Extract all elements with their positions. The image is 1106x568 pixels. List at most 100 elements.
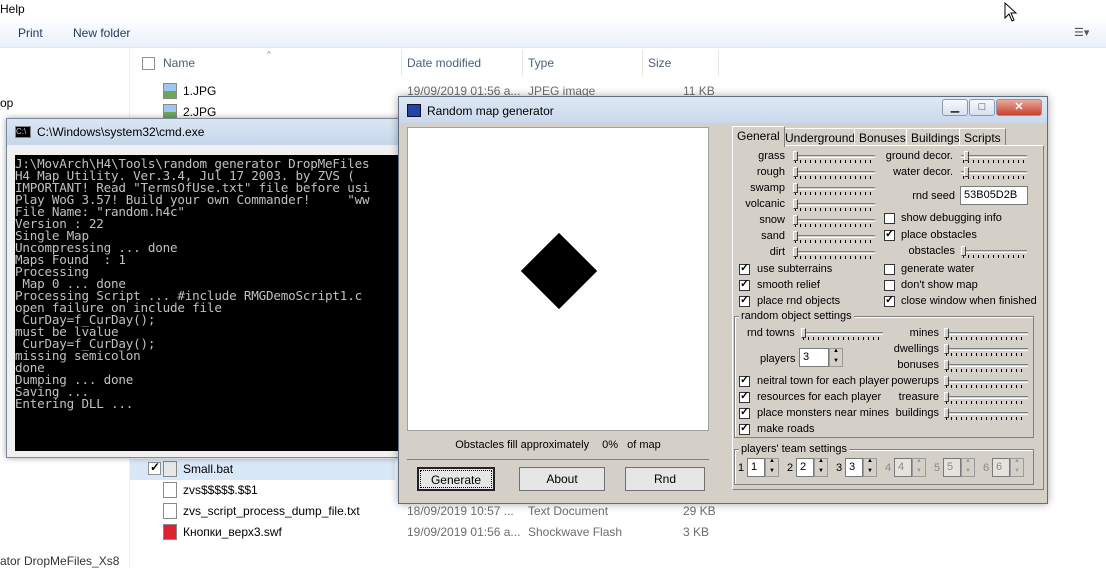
- slider-thumb[interactable]: [801, 328, 806, 338]
- terrain-slider[interactable]: [793, 247, 875, 259]
- random-object-slider[interactable]: [944, 408, 1028, 420]
- random-object-checkbox[interactable]: [739, 373, 750, 387]
- list-item[interactable]: Кнопки_верх3.swf 19/09/2019 01:56 a... S…: [130, 522, 1106, 543]
- about-button[interactable]: About: [519, 467, 605, 491]
- team-spinner[interactable]: [863, 458, 877, 477]
- slider-thumb[interactable]: [793, 231, 798, 241]
- slider-thumb[interactable]: [944, 376, 949, 386]
- new-folder-button[interactable]: New folder: [73, 26, 130, 40]
- file-type: Text Document: [528, 504, 609, 518]
- show-debugging-checkbox[interactable]: [884, 213, 895, 224]
- random-object-slider[interactable]: [944, 392, 1028, 404]
- column-size[interactable]: Size: [648, 56, 671, 70]
- tab-scripts[interactable]: Scripts: [959, 128, 1006, 146]
- cmd-titlebar[interactable]: C:\ C:\Windows\system32\cmd.exe: [7, 119, 409, 145]
- players-label: players: [760, 353, 796, 365]
- slider-thumb[interactable]: [793, 151, 798, 161]
- menu-help[interactable]: Help: [0, 2, 25, 16]
- place-obstacles-checkbox[interactable]: [884, 227, 895, 241]
- slider-thumb[interactable]: [964, 167, 969, 177]
- team-input[interactable]: 1: [747, 458, 765, 477]
- random-object-slider-label: treasure: [898, 391, 939, 403]
- column-separator[interactable]: [522, 50, 523, 76]
- terrain-slider[interactable]: [793, 151, 875, 163]
- slider-thumb[interactable]: [793, 167, 798, 177]
- team-input[interactable]: 2: [796, 458, 814, 477]
- players-input[interactable]: 3: [799, 348, 829, 367]
- select-all-checkbox[interactable]: [142, 57, 155, 70]
- obstacles-slider[interactable]: [961, 246, 1027, 258]
- file-name: Кнопки_верх3.swf: [183, 525, 282, 539]
- dont-show-map-checkbox[interactable]: [884, 280, 895, 291]
- terrain-slider[interactable]: [793, 183, 875, 195]
- view-options-icon[interactable]: ☰▾: [1074, 26, 1090, 39]
- generate-button[interactable]: Generate: [417, 467, 495, 491]
- slider-thumb[interactable]: [944, 328, 949, 338]
- use-subterrains-checkbox[interactable]: [739, 261, 750, 275]
- team-spinner[interactable]: [814, 458, 828, 477]
- nav-item[interactable]: ator DropMeFiles_Xs8: [0, 554, 119, 568]
- nav-item[interactable]: op: [0, 96, 13, 110]
- column-separator[interactable]: [642, 50, 643, 76]
- ground-decor-slider[interactable]: [961, 151, 1027, 163]
- list-item[interactable]: zvs_script_process_dump_file.txt 18/09/2…: [130, 501, 1106, 522]
- terrain-slider[interactable]: [793, 215, 875, 227]
- maximize-button[interactable]: □: [969, 99, 995, 116]
- team-spinner[interactable]: [765, 458, 779, 477]
- team-input[interactable]: 3: [845, 458, 863, 477]
- file-name: zvs$$$$$.$$1: [183, 483, 258, 497]
- column-separator[interactable]: [401, 50, 402, 76]
- rnd-towns-slider[interactable]: [801, 328, 883, 340]
- slider-thumb[interactable]: [964, 151, 969, 161]
- slider-thumb[interactable]: [793, 215, 798, 225]
- smooth-relief-checkbox[interactable]: [739, 277, 750, 291]
- row-checkbox[interactable]: [148, 460, 161, 475]
- sort-arrow-icon: ^: [267, 50, 271, 59]
- place-rnd-objects-checkbox[interactable]: [739, 293, 750, 307]
- rnd-seed-input[interactable]: 53B05D2B: [960, 186, 1028, 205]
- random-object-slider[interactable]: [944, 360, 1028, 372]
- slider-thumb[interactable]: [944, 392, 949, 402]
- tab-bonuses[interactable]: Bonuses: [854, 128, 911, 146]
- flash-file-icon: [163, 524, 177, 540]
- print-button[interactable]: Print: [18, 26, 43, 40]
- random-object-checkbox[interactable]: [739, 405, 750, 419]
- close-button[interactable]: ✕: [996, 99, 1042, 116]
- console-output[interactable]: J:\MovArch\H4\Tools\random generator Dro…: [15, 155, 411, 451]
- slider-thumb[interactable]: [944, 360, 949, 370]
- column-type[interactable]: Type: [528, 56, 554, 70]
- random-object-checkbox[interactable]: [739, 421, 750, 435]
- slider-thumb[interactable]: [793, 183, 798, 193]
- slider-thumb[interactable]: [944, 408, 949, 418]
- slider-thumb[interactable]: [793, 247, 798, 257]
- slider-thumb[interactable]: [793, 199, 798, 209]
- rmg-title: Random map generator: [427, 104, 554, 118]
- tab-underground[interactable]: Underground: [780, 128, 861, 146]
- random-object-slider[interactable]: [944, 376, 1028, 388]
- rnd-button[interactable]: Rnd: [625, 467, 705, 491]
- list-item[interactable]: Small.bat: [130, 459, 395, 480]
- column-separator[interactable]: [718, 50, 719, 76]
- slider-thumb[interactable]: [961, 246, 966, 256]
- random-object-slider[interactable]: [944, 344, 1028, 356]
- random-object-slider[interactable]: [944, 328, 1028, 340]
- rmg-window: Random map generator ▁ □ ✕ Obstacles fil…: [398, 96, 1048, 504]
- app-icon: [407, 104, 421, 117]
- minimize-button[interactable]: ▁: [942, 99, 968, 116]
- close-when-finished-checkbox[interactable]: [884, 293, 895, 307]
- water-decor-slider[interactable]: [961, 167, 1027, 179]
- rnd-seed-label: rnd seed: [912, 190, 955, 202]
- players-spinner[interactable]: [829, 348, 843, 367]
- tab-buildings[interactable]: Buildings: [906, 128, 965, 146]
- column-name[interactable]: Name: [163, 56, 195, 70]
- generate-water-checkbox[interactable]: [884, 264, 895, 275]
- terrain-slider[interactable]: [793, 167, 875, 179]
- random-object-checkbox[interactable]: [739, 389, 750, 403]
- tab-general[interactable]: General: [732, 126, 785, 147]
- terrain-slider[interactable]: [793, 231, 875, 243]
- terrain-slider[interactable]: [793, 199, 875, 211]
- column-date[interactable]: Date modified: [407, 56, 481, 70]
- rmg-titlebar[interactable]: Random map generator ▁ □ ✕: [399, 97, 1047, 123]
- obstacles-percent: 0%: [602, 439, 619, 451]
- slider-thumb[interactable]: [944, 344, 949, 354]
